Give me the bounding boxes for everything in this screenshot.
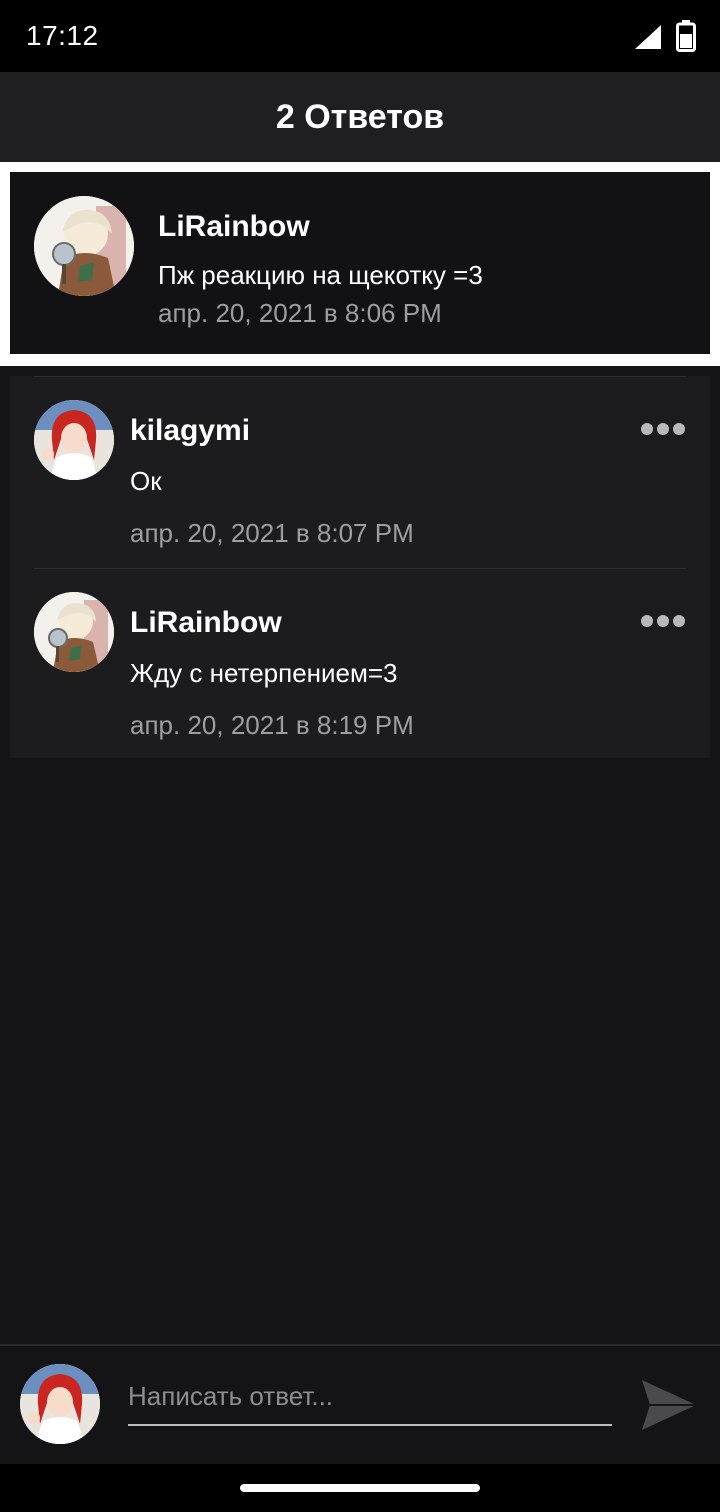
replies-list: kilagymi Ок апр. 20, 2021 в 8:07 PM LiRa… xyxy=(10,376,710,758)
reply-item[interactable]: LiRainbow Жду с нетерпением=3 апр. 20, 2… xyxy=(10,568,710,758)
page-title: 2 Ответов xyxy=(275,98,445,136)
status-time: 17:12 xyxy=(26,20,99,51)
reply-author[interactable]: LiRainbow xyxy=(130,606,282,640)
parent-comment-frame: LiRainbow Пж реакцию на щекотку =3 апр. … xyxy=(0,162,720,366)
more-options-icon[interactable] xyxy=(640,422,686,436)
anime-avatar-icon[interactable] xyxy=(34,196,134,296)
reply-timestamp: апр. 20, 2021 в 8:19 PM xyxy=(130,710,414,740)
reply-composer xyxy=(0,1344,720,1464)
redhead-avatar-icon xyxy=(20,1364,100,1444)
status-bar: 17:12 xyxy=(0,0,720,72)
comment-timestamp: апр. 20, 2021 в 8:06 PM xyxy=(158,298,442,328)
divider xyxy=(34,568,686,569)
send-icon[interactable] xyxy=(640,1378,698,1432)
parent-comment[interactable]: LiRainbow Пж реакцию на щекотку =3 апр. … xyxy=(10,172,710,354)
more-options-icon[interactable] xyxy=(640,614,686,628)
header: 2 Ответов xyxy=(0,72,720,162)
reply-timestamp: апр. 20, 2021 в 8:07 PM xyxy=(130,518,414,548)
redhead-avatar-icon[interactable] xyxy=(34,400,114,480)
anime-avatar-icon[interactable] xyxy=(34,592,114,672)
navigation-bar xyxy=(0,1464,720,1512)
comment-text: Пж реакцию на щекотку =3 xyxy=(158,260,483,290)
signal-icon xyxy=(635,25,661,49)
comment-author[interactable]: LiRainbow xyxy=(158,210,310,244)
reply-item[interactable]: kilagymi Ок апр. 20, 2021 в 8:07 PM xyxy=(10,376,710,566)
reply-input[interactable] xyxy=(128,1376,612,1426)
reply-author[interactable]: kilagymi xyxy=(130,414,250,448)
battery-icon xyxy=(676,20,696,52)
reply-text: Ок xyxy=(130,466,162,496)
reply-text: Жду с нетерпением=3 xyxy=(130,658,398,688)
home-indicator[interactable] xyxy=(240,1484,480,1492)
divider xyxy=(34,376,686,377)
